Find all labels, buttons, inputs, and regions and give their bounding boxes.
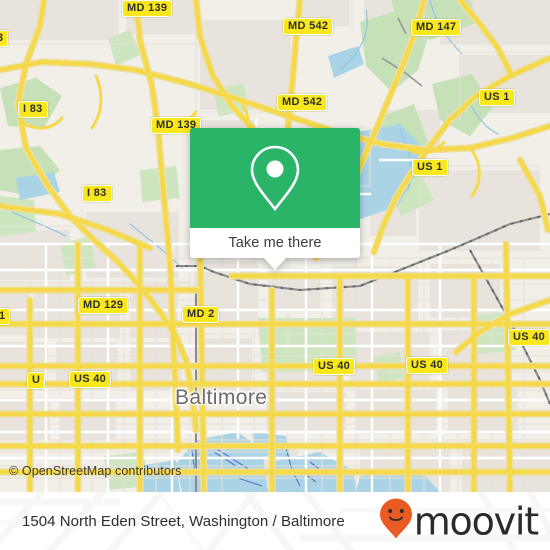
route-shield: I 83	[82, 185, 112, 202]
route-shield: MD 139	[122, 0, 173, 17]
route-shield: I 83	[18, 101, 48, 118]
route-shield: U	[27, 372, 46, 389]
route-shield: 1	[0, 308, 11, 325]
route-shield: MD 129	[78, 297, 129, 314]
route-shield: MD 542	[277, 94, 328, 111]
moovit-pin-icon	[379, 498, 413, 545]
route-shield: US 40	[508, 329, 550, 346]
popup-header	[190, 128, 360, 228]
route-shield: US 40	[313, 358, 356, 375]
route-shield: MD 542	[283, 18, 334, 35]
footer-bar: 1504 North Eden Street, Washington / Bal…	[0, 492, 550, 550]
route-shield: US 1	[479, 89, 515, 106]
moovit-map-screen: .bg { fill:#f2efe9; } .bld { fill:#e8e3d…	[0, 0, 550, 550]
route-shield: US 40	[406, 357, 449, 374]
destination-popup[interactable]: Take me there	[190, 128, 360, 270]
route-shield: MD 147	[411, 19, 462, 36]
moovit-logo[interactable]: moovit	[379, 498, 539, 545]
map-pin-icon	[247, 143, 303, 213]
route-shield: US 40	[69, 371, 112, 388]
popup-action-bar[interactable]: Take me there	[190, 228, 360, 258]
route-shield: US 1	[412, 159, 448, 176]
address-label: 1504 North Eden Street, Washington / Bal…	[22, 512, 345, 530]
take-me-there-button[interactable]: Take me there	[228, 235, 321, 251]
osm-attribution[interactable]: © OpenStreetMap contributors	[9, 464, 182, 478]
moovit-wordmark: moovit	[413, 499, 539, 543]
popup-tail-arrow	[264, 258, 286, 270]
route-shield: 3	[0, 30, 9, 47]
city-label: Baltimore	[175, 386, 268, 409]
route-shield: MD 2	[182, 306, 220, 323]
